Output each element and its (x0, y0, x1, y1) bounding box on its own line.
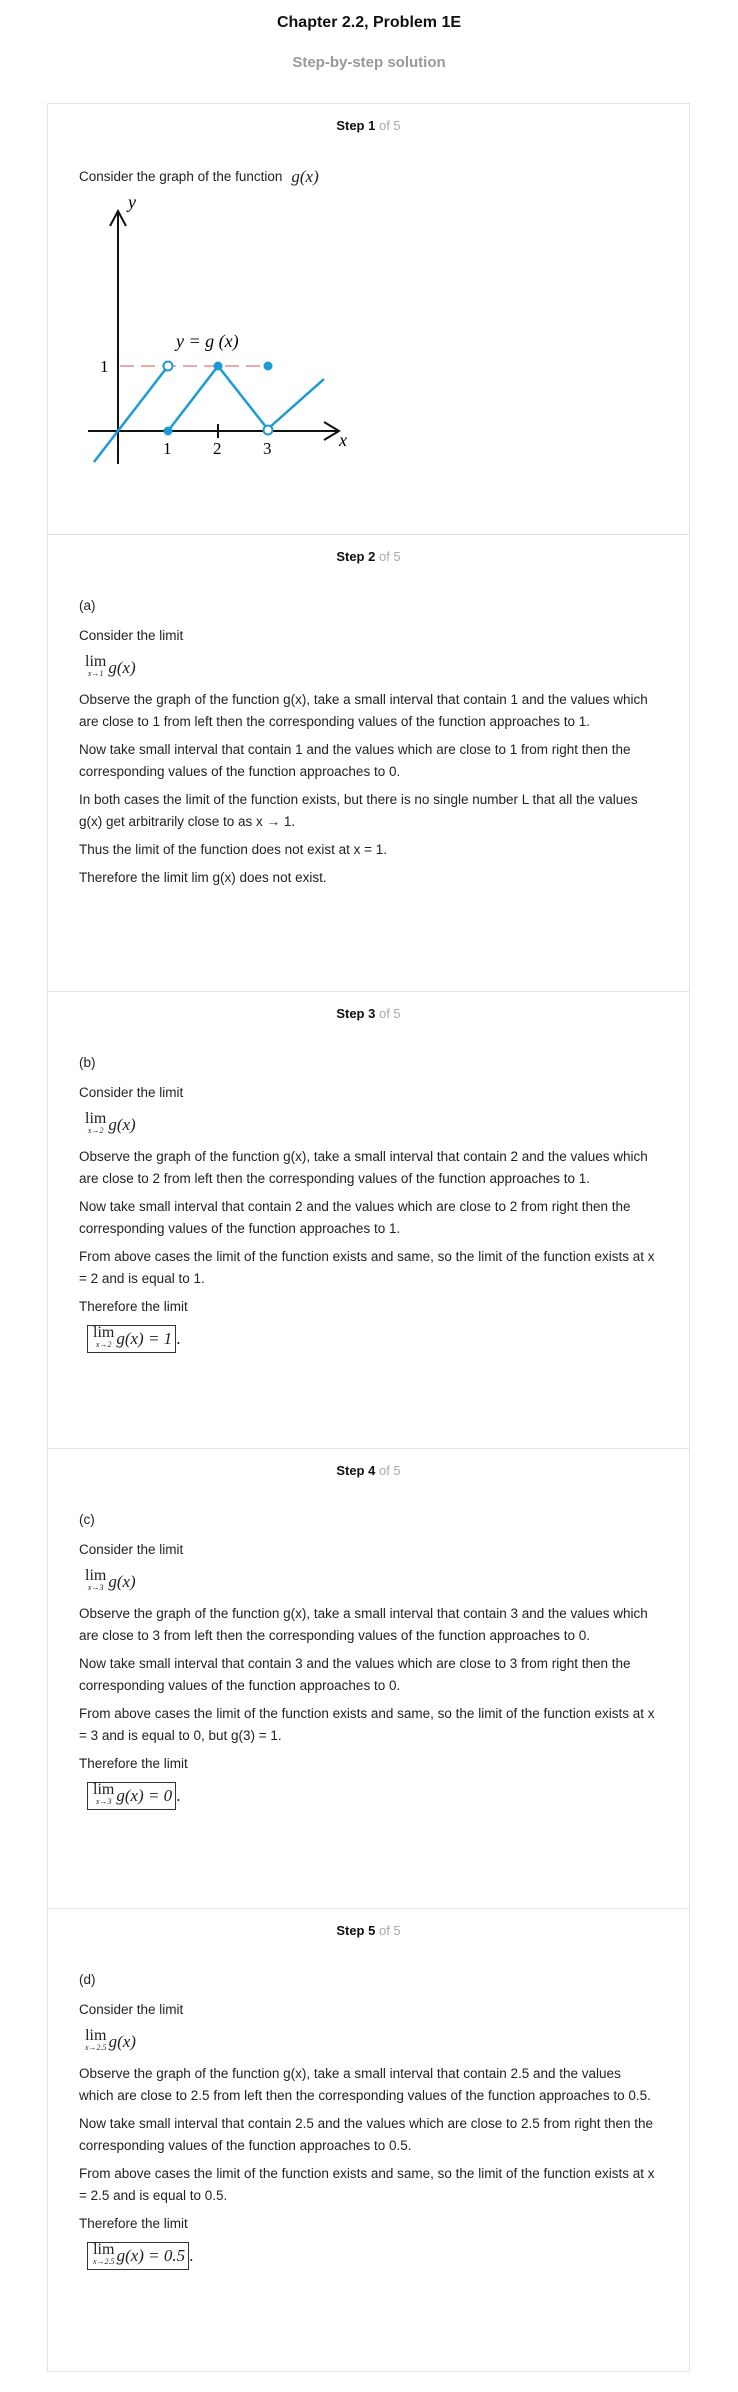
step-of: of 5 (378, 1463, 401, 1478)
explanation-1: Observe the graph of the function g(x), … (79, 692, 648, 729)
curve-segment-3 (217, 365, 267, 428)
open-point-1-1 (162, 360, 174, 372)
open-point-3-0 (262, 424, 274, 436)
answer-box: lim x→3 g(x) = 0 . (83, 1781, 659, 1811)
explanation-2: Now take small interval that contain 3 a… (79, 1656, 631, 1693)
step-5: Step 5 of 5 (d) Consider the limit lim x→… (48, 1909, 689, 2371)
consider-text: Consider the limit (79, 2002, 184, 2017)
step-label: Step 3 (336, 1006, 376, 1021)
step-label: Step 5 (336, 1923, 376, 1938)
explanation-4: Therefore the limit (79, 1756, 188, 1771)
explanation-5: Therefore the limit lim g(x) does not ex… (79, 870, 327, 885)
step-3: Step 3 of 5 (b) Consider the limit lim x→… (48, 992, 689, 1449)
limit-expression: lim x→2 g(x) (85, 1110, 136, 1136)
explanation-1: Observe the graph of the function g(x), … (79, 2066, 651, 2103)
explanation-4: Thus the limit of the function does not … (79, 842, 388, 857)
consider-text: Consider the limit (79, 1542, 184, 1557)
limit-expression: lim x→3 g(x) (85, 1567, 136, 1593)
part-label: (d) (79, 1972, 96, 1987)
step-header: Step 4 of 5 (48, 1449, 689, 1483)
explanation-3: From above cases the limit of the functi… (79, 2166, 655, 2203)
step-of: of 5 (378, 118, 401, 133)
closed-point-1-0 (163, 426, 173, 436)
step-header: Step 1 of 5 (48, 104, 689, 138)
explanation-1: Observe the graph of the function g(x), … (79, 1149, 648, 1186)
x-tick-label-3: 3 (263, 439, 272, 458)
function-graph: y x 1 1 2 3 y = g (x) (88, 194, 347, 464)
x-axis-label: x (338, 430, 347, 450)
step-of: of 5 (378, 1006, 401, 1021)
explanation-4: Therefore the limit (79, 1299, 188, 1314)
explanation-3: In both cases the limit of the function … (79, 792, 638, 829)
explanation-2: Now take small interval that contain 2.5… (79, 2116, 654, 2153)
function-name: g(x) (291, 167, 319, 186)
curve-label: y = g (x) (174, 331, 239, 352)
step-1: Step 1 of 5 Consider the graph of the fu… (48, 104, 689, 535)
curve-segment-4 (269, 378, 325, 428)
part-label: (c) (79, 1512, 95, 1527)
step-header: Step 3 of 5 (48, 992, 689, 1026)
closed-point-2-1 (213, 361, 223, 371)
step-label: Step 2 (336, 549, 376, 564)
closed-point-3-1 (263, 361, 273, 371)
page-title: Chapter 2.2, Problem 1E (276, 14, 462, 31)
limit-expression: lim x→2.5 g(x) (85, 2027, 136, 2053)
step-of: of 5 (378, 549, 401, 564)
consider-text: Consider the limit (79, 628, 184, 643)
step-2: Step 2 of 5 (a) Consider the limit lim x→… (48, 535, 689, 992)
step-header: Step 5 of 5 (48, 1909, 689, 1943)
part-label: (a) (79, 598, 96, 613)
y-axis-label: y (126, 194, 136, 212)
explanation-4: Therefore the limit (79, 2216, 188, 2231)
steps-container: Step 1 of 5 Consider the graph of the fu… (47, 103, 690, 2372)
step-4: Step 4 of 5 (c) Consider the limit lim x→… (48, 1449, 689, 1909)
consider-text: Consider the limit (79, 1085, 184, 1100)
page-subtitle: Step-by-step solution (292, 54, 446, 71)
solution-page: Chapter 2.2, Problem 1E Step-by-step sol… (0, 0, 738, 2372)
explanation-2: Now take small interval that contain 2 a… (79, 1199, 631, 1236)
x-tick-label-2: 2 (213, 439, 222, 458)
step-intro: Consider the graph of the function (79, 169, 283, 184)
x-tick-label-1: 1 (163, 439, 172, 458)
curve-segment-2 (167, 365, 219, 432)
answer-box: lim x→2 g(x) = 1 . (83, 1324, 659, 1354)
curve-segment-1 (93, 369, 166, 463)
explanation-3: From above cases the limit of the functi… (79, 1249, 655, 1286)
explanation-1: Observe the graph of the function g(x), … (79, 1606, 648, 1643)
limit-expression: lim x→1 g(x) (85, 653, 136, 679)
y-tick-label-1: 1 (100, 357, 109, 376)
explanation-3: From above cases the limit of the functi… (79, 1706, 655, 1743)
part-label: (b) (79, 1055, 96, 1070)
explanation-2: Now take small interval that contain 1 a… (79, 742, 631, 779)
step-of: of 5 (378, 1923, 401, 1938)
step-header: Step 2 of 5 (48, 535, 689, 569)
step-label: Step 1 (336, 118, 376, 133)
answer-box: lim x→2.5 g(x) = 0.5 . (83, 2241, 659, 2271)
step-label: Step 4 (336, 1463, 376, 1478)
